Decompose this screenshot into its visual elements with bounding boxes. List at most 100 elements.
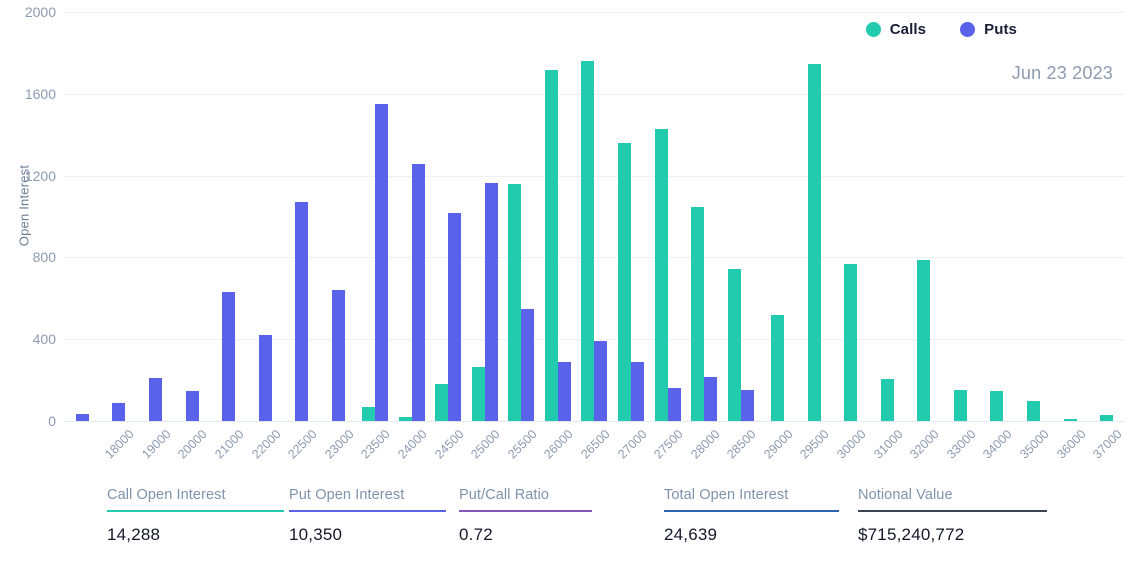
- bar-puts[interactable]: [258, 335, 272, 421]
- x-axis-tick-label: 25000: [468, 427, 503, 462]
- x-axis-tick-label: 27500: [651, 427, 686, 462]
- x-axis-tick-label: 22500: [285, 427, 320, 462]
- bar-calls[interactable]: [990, 391, 1004, 421]
- bar-group[interactable]: [869, 12, 906, 421]
- bar-calls[interactable]: [618, 142, 632, 421]
- bar-puts[interactable]: [594, 341, 608, 421]
- bar-puts[interactable]: [740, 390, 754, 421]
- x-axis-tick-label: 36000: [1053, 427, 1089, 462]
- bar-puts[interactable]: [484, 182, 498, 421]
- bar-calls[interactable]: [1100, 414, 1114, 421]
- x-axis-tick-label: 32000: [907, 427, 942, 462]
- bar-group[interactable]: [723, 12, 760, 421]
- y-axis-tick-label: 1600: [24, 85, 56, 102]
- bar-calls[interactable]: [581, 61, 595, 421]
- bar-calls[interactable]: [471, 366, 485, 421]
- bar-group[interactable]: [942, 12, 979, 421]
- bar-group[interactable]: [101, 12, 138, 421]
- bar-puts[interactable]: [704, 377, 718, 421]
- bar-group[interactable]: [174, 12, 211, 421]
- stat-value: 0.72: [459, 525, 493, 544]
- y-axis-tick-label: 1200: [24, 167, 56, 184]
- bar-group[interactable]: [979, 12, 1016, 421]
- x-axis-tick-label: 22000: [248, 427, 284, 462]
- bar-calls[interactable]: [727, 268, 741, 421]
- stat-value: 24,639: [664, 525, 718, 544]
- summary-stats-row: Call Open Interest 14,288 Put Open Interes…: [0, 487, 1127, 564]
- bar-group[interactable]: [137, 12, 174, 421]
- x-axis-tick-label: 34000: [980, 427, 1016, 462]
- bar-group[interactable]: [649, 12, 686, 421]
- bar-puts[interactable]: [374, 104, 388, 421]
- bar-puts[interactable]: [75, 413, 89, 421]
- bar-group[interactable]: [357, 12, 394, 421]
- bar-calls[interactable]: [953, 390, 967, 421]
- stat-card: Call Open Interest 14,288: [107, 487, 284, 545]
- bar-puts[interactable]: [631, 361, 645, 421]
- stat-label: Put/Call Ratio: [459, 487, 550, 503]
- bar-group[interactable]: [64, 12, 101, 421]
- bar-calls[interactable]: [654, 128, 668, 421]
- bar-group[interactable]: [284, 12, 321, 421]
- x-axis-tick-label: 28500: [724, 427, 759, 462]
- bar-group[interactable]: [1088, 12, 1125, 421]
- bar-group[interactable]: [540, 12, 577, 421]
- bar-group[interactable]: [832, 12, 869, 421]
- bar-puts[interactable]: [112, 402, 126, 421]
- bar-group[interactable]: [466, 12, 503, 421]
- bar-puts[interactable]: [448, 213, 462, 421]
- gridline: [64, 421, 1125, 422]
- bar-group[interactable]: [1052, 12, 1089, 421]
- bar-group[interactable]: [613, 12, 650, 421]
- bar-calls[interactable]: [361, 406, 375, 421]
- bar-calls[interactable]: [691, 207, 705, 421]
- bar-calls[interactable]: [770, 314, 784, 421]
- stat-label: Call Open Interest: [107, 487, 226, 503]
- bar-calls[interactable]: [508, 183, 522, 421]
- bar-calls[interactable]: [880, 379, 894, 421]
- bar-group[interactable]: [759, 12, 796, 421]
- bar-group[interactable]: [905, 12, 942, 421]
- x-axis-tick-label: 35000: [1017, 427, 1052, 462]
- x-axis-tick-label: 25500: [504, 427, 540, 462]
- chart-area: Open Interest 0 400 800 1200 1600 2000 18000 1…: [0, 0, 1127, 480]
- bar-calls[interactable]: [844, 263, 858, 421]
- stat-card: Put Open Interest 10,350: [289, 487, 446, 545]
- bar-puts[interactable]: [331, 290, 345, 421]
- bar-calls[interactable]: [1027, 400, 1041, 421]
- bar-group[interactable]: [686, 12, 723, 421]
- bar-calls[interactable]: [544, 70, 558, 421]
- bar-calls[interactable]: [398, 416, 412, 421]
- bar-puts[interactable]: [557, 361, 571, 421]
- bar-puts[interactable]: [521, 308, 535, 421]
- x-axis-tick-label: 24000: [395, 427, 430, 462]
- x-axis-tick-label: 18000: [102, 427, 137, 462]
- x-axis-tick-label: 31000: [870, 427, 906, 462]
- bar-group[interactable]: [247, 12, 284, 421]
- x-axis-tick-label: 27000: [614, 427, 650, 462]
- bar-puts[interactable]: [411, 164, 425, 421]
- stat-card: Notional Value $715,240,772: [858, 487, 1047, 545]
- bar-puts[interactable]: [295, 202, 309, 421]
- bar-puts[interactable]: [185, 391, 199, 421]
- bar-group[interactable]: [1015, 12, 1052, 421]
- bar-calls[interactable]: [1063, 418, 1077, 421]
- bar-puts[interactable]: [667, 388, 681, 421]
- bar-calls[interactable]: [917, 260, 931, 421]
- bar-group[interactable]: [503, 12, 540, 421]
- bar-calls[interactable]: [807, 64, 821, 421]
- bar-group[interactable]: [796, 12, 833, 421]
- bar-group[interactable]: [210, 12, 247, 421]
- bar-calls[interactable]: [435, 384, 449, 421]
- bar-group[interactable]: [576, 12, 613, 421]
- bar-group[interactable]: [393, 12, 430, 421]
- bar-group[interactable]: [320, 12, 357, 421]
- bar-puts[interactable]: [148, 378, 162, 421]
- x-axis-tick-label: 30000: [834, 427, 869, 462]
- stat-value: 10,350: [289, 525, 343, 544]
- y-axis-tick-label: 400: [32, 331, 56, 348]
- bar-group[interactable]: [430, 12, 467, 421]
- stat-label: Put Open Interest: [289, 487, 405, 503]
- stat-value: $715,240,772: [858, 525, 965, 544]
- bar-puts[interactable]: [222, 292, 236, 421]
